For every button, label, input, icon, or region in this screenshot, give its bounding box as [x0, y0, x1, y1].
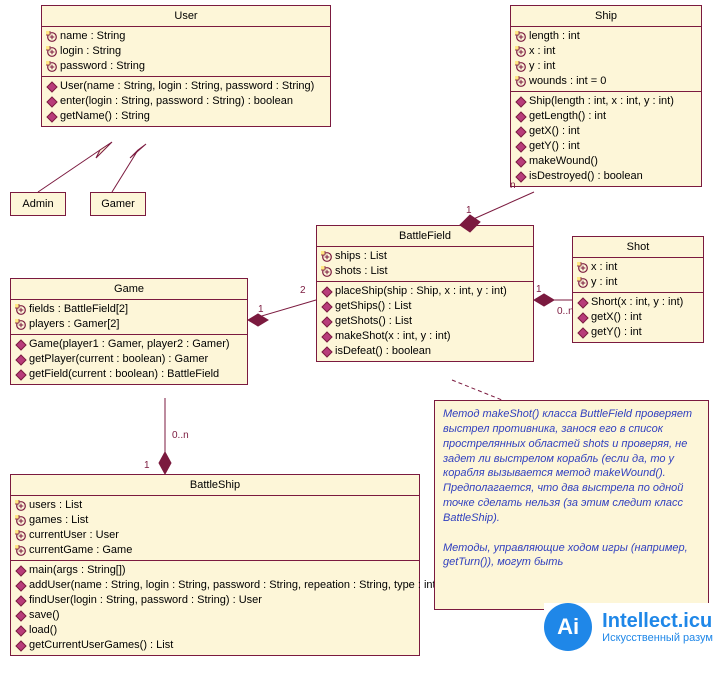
- operations: Game(player1 : Gamer, player2 : Gamer) g…: [11, 335, 247, 384]
- attribute-icon: [15, 545, 27, 557]
- operation-icon: [577, 327, 589, 339]
- op-row: User(name : String, login : String, pass…: [46, 79, 326, 94]
- operation-icon: [15, 565, 27, 577]
- operation-icon: [515, 156, 527, 168]
- mult-label: n: [510, 180, 516, 191]
- operation-icon: [15, 610, 27, 622]
- operation-icon: [515, 96, 527, 108]
- logo-title: Intellect.icu: [602, 611, 713, 632]
- operation-icon: [46, 81, 58, 93]
- operations: main(args : String[]) addUser(name : Str…: [11, 561, 419, 655]
- attr-row: name : String: [46, 29, 326, 44]
- operation-icon: [321, 346, 333, 358]
- logo-mark: Ai: [544, 603, 592, 651]
- operation-icon: [577, 312, 589, 324]
- class-shot: Shot x : int y : int Short(x : int, y : …: [572, 236, 704, 343]
- operation-icon: [15, 354, 27, 366]
- operation-icon: [321, 316, 333, 328]
- attribute-icon: [15, 304, 27, 316]
- operations: placeShip(ship : Ship, x : int, y : int)…: [317, 282, 533, 361]
- logo-subtitle: Искусственный разум: [602, 632, 713, 644]
- attributes: fields : BattleField[2] players : Gamer[…: [11, 300, 247, 335]
- attribute-icon: [15, 530, 27, 542]
- attribute-icon: [46, 46, 58, 58]
- mult-label: 1: [536, 284, 542, 295]
- class-admin: Admin: [10, 192, 66, 216]
- class-game: Game fields : BattleField[2] players : G…: [10, 278, 248, 385]
- attribute-icon: [515, 76, 527, 88]
- op-row: enter(login : String, password : String)…: [46, 94, 326, 109]
- operation-icon: [15, 580, 27, 592]
- attribute-icon: [46, 31, 58, 43]
- operation-icon: [15, 640, 27, 652]
- attribute-icon: [515, 61, 527, 73]
- operation-icon: [515, 171, 527, 183]
- attribute-icon: [515, 31, 527, 43]
- class-user: User name : String login : String passwo…: [41, 5, 331, 127]
- attributes: length : int x : int y : int wounds : in…: [511, 27, 701, 92]
- attribute-icon: [577, 277, 589, 289]
- attribute-icon: [577, 262, 589, 274]
- operation-icon: [321, 301, 333, 313]
- attributes: x : int y : int: [573, 258, 703, 293]
- attribute-icon: [321, 251, 333, 263]
- class-ship: Ship length : int x : int y : int wounds…: [510, 5, 702, 187]
- attribute-icon: [46, 61, 58, 73]
- attributes: ships : List shots : List: [317, 247, 533, 282]
- attribute-icon: [515, 46, 527, 58]
- uml-note: Метод makeShot() класса ButtleField пров…: [434, 400, 709, 610]
- mult-label: 2: [300, 285, 306, 296]
- attr-row: login : String: [46, 44, 326, 59]
- class-title: Shot: [573, 237, 703, 258]
- mult-label: 0..n: [172, 430, 189, 441]
- class-title: Game: [11, 279, 247, 300]
- class-title: BattleShip: [11, 475, 419, 496]
- operation-icon: [46, 96, 58, 108]
- operation-icon: [15, 595, 27, 607]
- class-title: BattleField: [317, 226, 533, 247]
- logo: Ai Intellect.icu Искусственный разум: [544, 603, 713, 651]
- attribute-icon: [15, 500, 27, 512]
- op-row: getName() : String: [46, 109, 326, 124]
- class-gamer: Gamer: [90, 192, 146, 216]
- attribute-icon: [15, 515, 27, 527]
- operation-icon: [515, 111, 527, 123]
- mult-label: 0..n: [557, 306, 574, 317]
- operation-icon: [15, 339, 27, 351]
- attributes: name : String login : String password : …: [42, 27, 330, 77]
- operations: Ship(length : int, x : int, y : int) get…: [511, 92, 701, 186]
- mult-label: 1: [466, 205, 472, 216]
- operation-icon: [321, 331, 333, 343]
- operation-icon: [515, 126, 527, 138]
- operation-icon: [515, 141, 527, 153]
- operations: User(name : String, login : String, pass…: [42, 77, 330, 126]
- operation-icon: [321, 286, 333, 298]
- class-title: Ship: [511, 6, 701, 27]
- operation-icon: [46, 111, 58, 123]
- class-title: User: [42, 6, 330, 27]
- operation-icon: [15, 625, 27, 637]
- mult-label: 1: [144, 460, 150, 471]
- operation-icon: [15, 369, 27, 381]
- attribute-icon: [321, 266, 333, 278]
- attr-row: password : String: [46, 59, 326, 74]
- class-battlefield: BattleField ships : List shots : List pl…: [316, 225, 534, 362]
- operations: Short(x : int, y : int) getX() : int get…: [573, 293, 703, 342]
- attributes: users : List games : List currentUser : …: [11, 496, 419, 561]
- class-battleship: BattleShip users : List games : List cur…: [10, 474, 420, 656]
- attribute-icon: [15, 319, 27, 331]
- mult-label: 1: [258, 304, 264, 315]
- operation-icon: [577, 297, 589, 309]
